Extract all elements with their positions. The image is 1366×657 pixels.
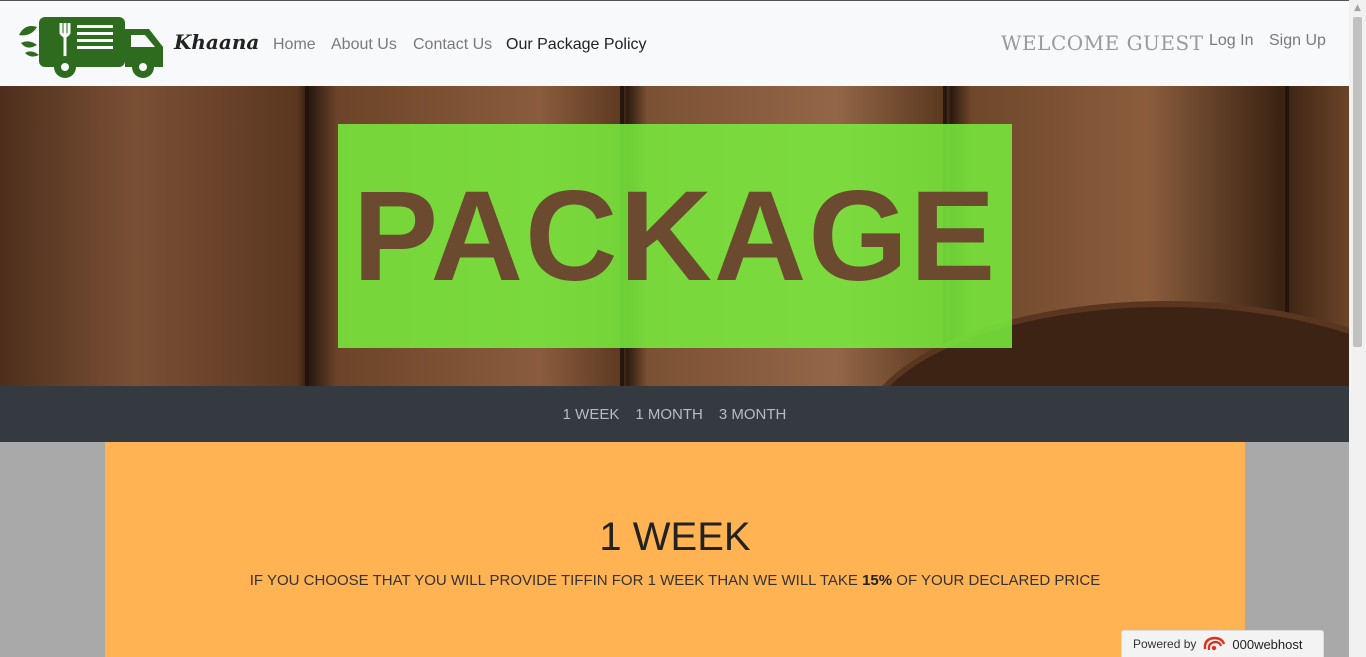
package-tabs: 1 WEEK 1 MONTH 3 MONTH	[0, 386, 1349, 442]
tab-1-month[interactable]: 1 MONTH	[635, 406, 703, 423]
card-text-before: IF YOU CHOOSE THAT YOU WILL PROVIDE TIFF…	[249, 572, 863, 589]
nav-link-home[interactable]: Home	[273, 36, 316, 54]
signup-link[interactable]: Sign Up	[1269, 32, 1326, 50]
hero-banner: PACKAGE	[0, 86, 1349, 386]
nav-link-contact-us[interactable]: Contact Us	[413, 36, 492, 54]
tab-1-week[interactable]: 1 WEEK	[563, 406, 620, 423]
card-text-percent: 15%	[862, 572, 893, 589]
webhost-logo-icon	[1204, 636, 1226, 651]
nav-link-package-policy[interactable]: Our Package Policy	[506, 36, 647, 54]
badge-prefix: Powered by	[1133, 637, 1197, 651]
scroll-up-arrow-icon[interactable]: ▲	[1349, 0, 1366, 17]
powered-by-badge[interactable]: Powered by 000webhost	[1121, 630, 1324, 657]
card-text-after: OF YOUR DECLARED PRICE	[892, 572, 1101, 589]
plank-divider	[305, 86, 309, 386]
tab-3-month[interactable]: 3 MONTH	[719, 406, 787, 423]
package-card: 1 WEEK IF YOU CHOOSE THAT YOU WILL PROVI…	[105, 442, 1245, 657]
nav-link-about-us[interactable]: About Us	[331, 36, 397, 54]
welcome-message: WELCOME GUEST	[1001, 31, 1204, 55]
package-card-title: 1 WEEK	[599, 515, 751, 559]
scroll-thumb[interactable]	[1353, 17, 1362, 347]
brand-name[interactable]: Khaana	[174, 30, 259, 54]
navbar: Khaana Home About Us Contact Us Our Pack…	[0, 0, 1349, 86]
badge-brand: 000webhost	[1232, 636, 1303, 652]
login-link[interactable]: Log In	[1209, 32, 1253, 50]
hero-title: PACKAGE	[352, 164, 998, 308]
food-truck-logo-icon[interactable]	[17, 13, 165, 79]
package-card-text: IF YOU CHOOSE THAT YOU WILL PROVIDE TIFF…	[105, 572, 1245, 589]
vertical-scrollbar[interactable]: ▲	[1349, 0, 1366, 657]
